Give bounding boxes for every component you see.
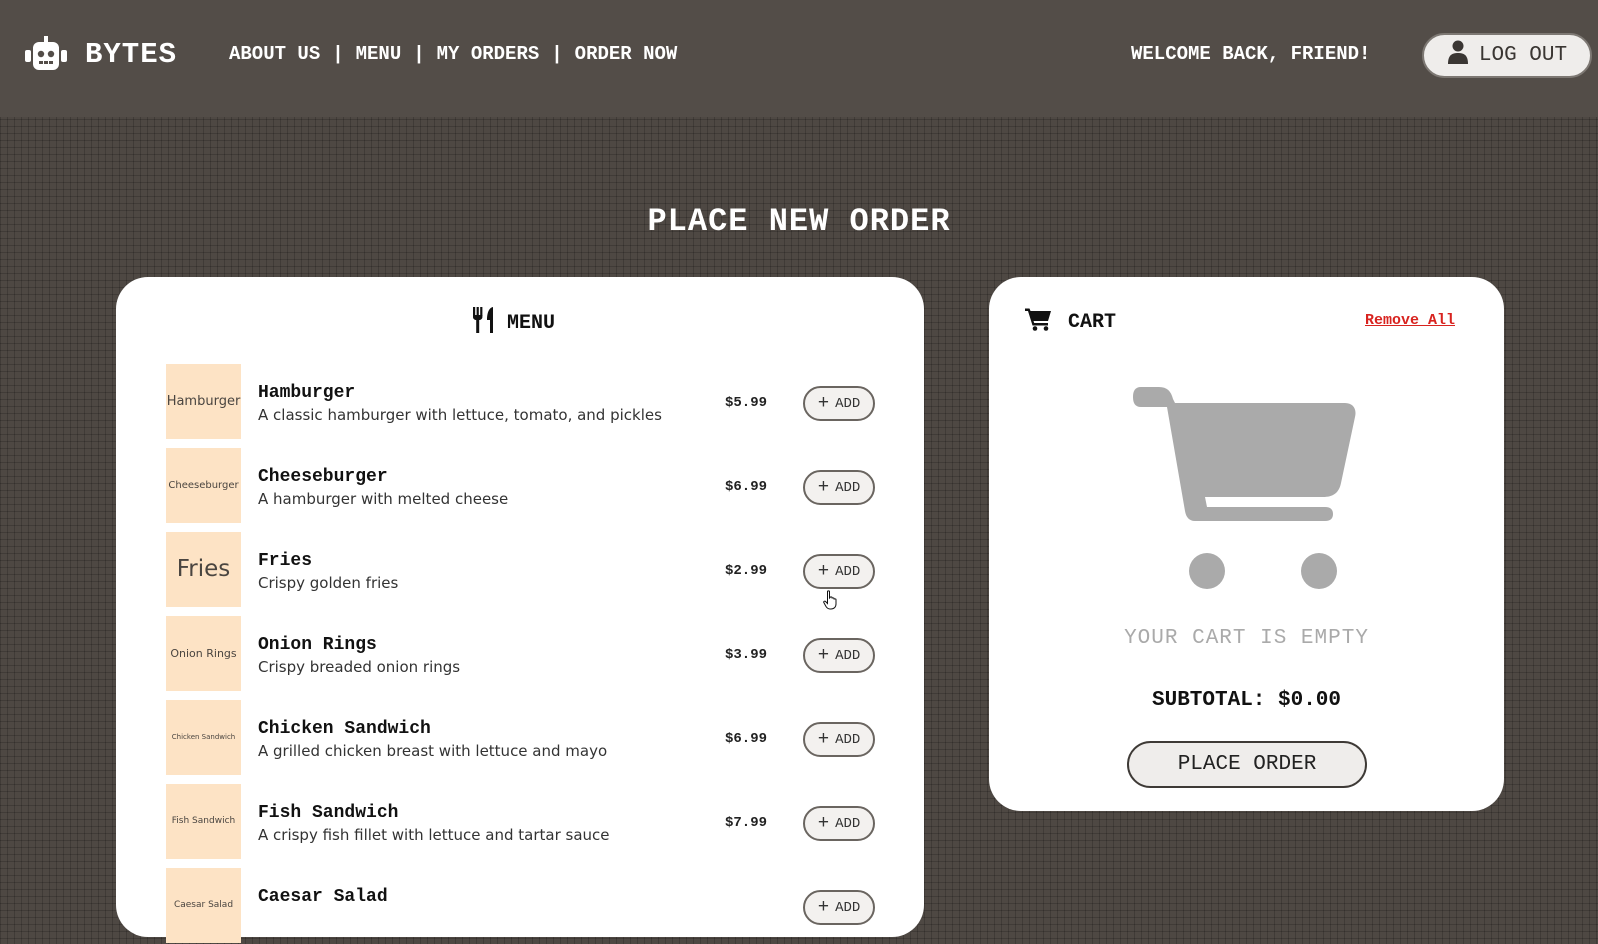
menu-heading-label: MENU	[507, 312, 556, 335]
nav-about-us[interactable]: ABOUT US	[229, 43, 320, 65]
nav-menu[interactable]: MENU	[356, 43, 402, 65]
item-description: A classic hamburger with lettuce, tomato…	[258, 406, 662, 424]
logout-button[interactable]: LOG OUT	[1422, 33, 1592, 78]
menu-item-hamburger: Hamburger Hamburger A classic hamburger …	[166, 364, 876, 440]
item-thumbnail: Onion Rings	[166, 616, 241, 691]
add-fries-button[interactable]: + ADD	[803, 554, 875, 589]
add-hamburger-button[interactable]: + ADD	[803, 386, 875, 421]
plus-icon: +	[817, 392, 830, 414]
item-name: Onion Rings	[258, 635, 377, 655]
item-name: Cheeseburger	[258, 467, 388, 487]
add-cheeseburger-button[interactable]: + ADD	[803, 470, 875, 505]
page-title: PLACE NEW ORDER	[647, 203, 951, 240]
add-fish-sandwich-button[interactable]: + ADD	[803, 806, 875, 841]
item-name: Fish Sandwich	[258, 803, 399, 823]
add-label: ADD	[835, 479, 861, 496]
item-description: Crispy breaded onion rings	[258, 658, 461, 676]
nav-separator: |	[413, 43, 425, 65]
item-thumbnail: Hamburger	[166, 364, 241, 439]
item-name: Fries	[258, 551, 313, 571]
nav-separator: |	[332, 43, 344, 65]
add-label: ADD	[835, 647, 861, 664]
menu-item-caesar-salad: Caesar Salad Caesar Salad + ADD	[166, 868, 876, 944]
cart-heading-label: CART	[1068, 311, 1117, 334]
nav-order-now[interactable]: ORDER NOW	[575, 43, 678, 65]
user-icon	[1447, 40, 1479, 71]
item-description: A crispy fish fillet with lettuce and ta…	[258, 826, 610, 844]
nav-my-orders[interactable]: MY ORDERS	[437, 43, 540, 65]
add-label: ADD	[835, 815, 861, 832]
empty-cart-message: YOUR CART IS EMPTY	[1124, 627, 1369, 650]
menu-item-onion-rings: Onion Rings Onion Rings Crispy breaded o…	[166, 616, 876, 692]
cart-panel: CART Remove All YOUR CART IS EMPTY SUBTO…	[989, 277, 1504, 811]
menu-panel: MENU Hamburger Hamburger A classic hambu…	[116, 277, 924, 943]
add-onion-rings-button[interactable]: + ADD	[803, 638, 875, 673]
item-name: Hamburger	[258, 383, 356, 403]
menu-item-cheeseburger: Cheeseburger Cheeseburger A hamburger wi…	[166, 448, 876, 524]
item-name: Caesar Salad	[258, 887, 388, 907]
cart-subtotal: SUBTOTAL: $0.00	[1151, 689, 1342, 712]
item-price: $3.99	[725, 647, 768, 663]
menu-heading: MENU	[473, 307, 555, 340]
hand-cursor-icon	[823, 590, 839, 615]
brand-logo[interactable]: BYTES	[25, 36, 177, 72]
item-thumbnail: Chicken Sandwich	[166, 700, 241, 775]
item-price: $6.99	[725, 479, 768, 495]
welcome-message: WELCOME BACK, FRIEND!	[1131, 43, 1371, 65]
add-label: ADD	[835, 731, 861, 748]
main-nav: ABOUT US | MENU | MY ORDERS | ORDER NOW	[229, 43, 677, 65]
menu-item-fries: Fries Fries Crispy golden fries $2.99 + …	[166, 532, 876, 608]
item-description: Crispy golden fries	[258, 574, 399, 592]
utensils-icon	[473, 307, 507, 340]
item-description: A grilled chicken breast with lettuce an…	[258, 742, 608, 760]
item-name: Chicken Sandwich	[258, 719, 431, 739]
item-thumbnail: Fish Sandwich	[166, 784, 241, 859]
plus-icon: +	[817, 728, 830, 750]
item-price: $2.99	[725, 563, 768, 579]
robot-icon	[25, 36, 67, 72]
plus-icon: +	[817, 560, 830, 582]
nav-separator: |	[551, 43, 563, 65]
logout-label: LOG OUT	[1478, 44, 1568, 67]
top-header: BYTES ABOUT US | MENU | MY ORDERS | ORDE…	[0, 0, 1598, 117]
cart-heading: CART	[1025, 307, 1116, 338]
shopping-cart-icon	[1025, 307, 1068, 338]
plus-icon: +	[817, 644, 830, 666]
add-label: ADD	[835, 563, 861, 580]
menu-item-chicken-sandwich: Chicken Sandwich Chicken Sandwich A gril…	[166, 700, 876, 776]
item-description: A hamburger with melted cheese	[258, 490, 509, 508]
add-label: ADD	[835, 899, 861, 916]
empty-cart-icon	[1133, 383, 1363, 594]
menu-item-fish-sandwich: Fish Sandwich Fish Sandwich A crispy fis…	[166, 784, 876, 860]
add-caesar-salad-button[interactable]: + ADD	[803, 890, 875, 925]
plus-icon: +	[817, 476, 830, 498]
place-order-button[interactable]: PLACE ORDER	[1127, 741, 1367, 788]
brand-name: BYTES	[85, 37, 178, 71]
item-thumbnail: Cheeseburger	[166, 448, 241, 523]
plus-icon: +	[817, 812, 830, 834]
item-price: $6.99	[725, 731, 768, 747]
remove-all-link[interactable]: Remove All	[1365, 312, 1455, 329]
item-thumbnail: Caesar Salad	[166, 868, 241, 943]
item-thumbnail: Fries	[166, 532, 241, 607]
item-price: $5.99	[725, 395, 768, 411]
add-label: ADD	[835, 395, 861, 412]
item-price: $7.99	[725, 815, 768, 831]
add-chicken-sandwich-button[interactable]: + ADD	[803, 722, 875, 757]
